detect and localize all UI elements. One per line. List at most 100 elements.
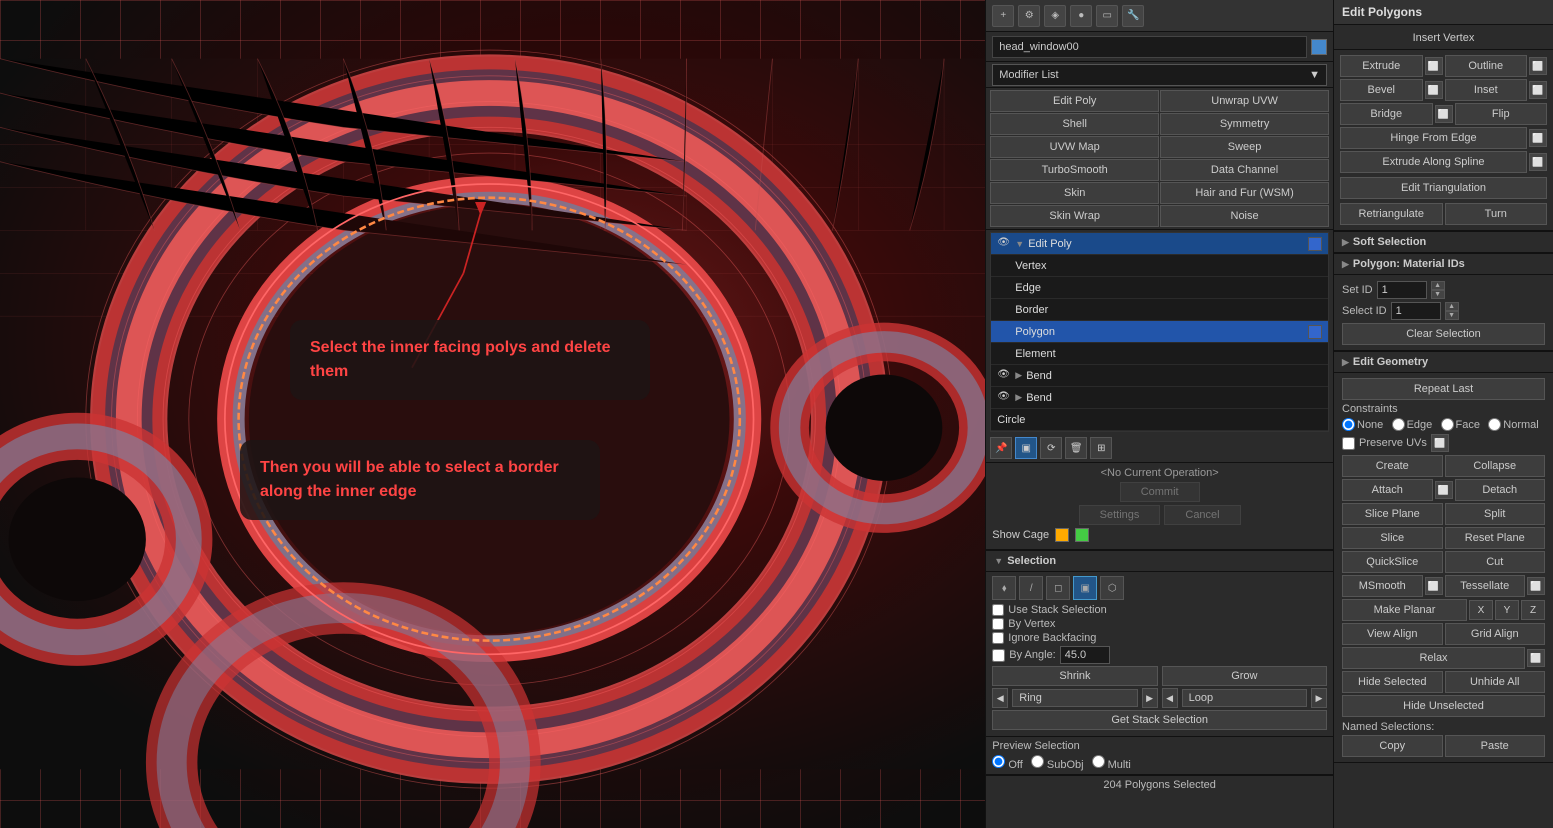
bridge-settings-icon[interactable]: ⬜	[1435, 105, 1453, 123]
subobj-radio[interactable]	[1031, 755, 1044, 768]
bevel-button[interactable]: Bevel	[1340, 79, 1423, 101]
quickslice-button[interactable]: QuickSlice	[1342, 551, 1443, 573]
element-mode-icon[interactable]: ⬡	[1100, 576, 1124, 600]
loop-next-button[interactable]: ▶	[1311, 688, 1327, 708]
mod-btn-skinwrap[interactable]: Skin Wrap	[990, 205, 1159, 227]
attach-settings[interactable]: ⬜	[1435, 481, 1453, 499]
stack-eye-bend2[interactable]: 👁	[997, 391, 1011, 405]
make-planar-button[interactable]: Make Planar	[1342, 599, 1467, 621]
unhide-all-button[interactable]: Unhide All	[1445, 671, 1546, 693]
relax-button[interactable]: Relax	[1342, 647, 1525, 669]
stack-border[interactable]: Border	[991, 299, 1328, 321]
mod-btn-sweep[interactable]: Sweep	[1160, 136, 1329, 158]
set-id-input[interactable]	[1377, 281, 1427, 299]
create-mode-icon[interactable]: +	[992, 5, 1014, 27]
grid-align-button[interactable]: Grid Align	[1445, 623, 1546, 645]
mod-btn-hairfur[interactable]: Hair and Fur (WSM)	[1160, 182, 1329, 204]
object-name-input[interactable]	[992, 36, 1307, 58]
mod-btn-skin[interactable]: Skin	[990, 182, 1159, 204]
x-button[interactable]: X	[1469, 600, 1493, 620]
hierarchy-icon[interactable]: ◈	[1044, 5, 1066, 27]
none-radio[interactable]	[1342, 418, 1355, 431]
ring-button[interactable]: Ring	[1012, 689, 1137, 707]
ring-prev-button[interactable]: ◀	[992, 688, 1008, 708]
ignore-backfacing-checkbox[interactable]	[992, 632, 1004, 644]
mod-btn-turbosmooth[interactable]: TurboSmooth	[990, 159, 1159, 181]
hide-unselected-button[interactable]: Hide Unselected	[1342, 695, 1545, 717]
stack-editpoly[interactable]: 👁 ▼ Edit Poly	[991, 233, 1328, 255]
extrude-settings-icon[interactable]: ⬜	[1425, 57, 1443, 75]
mod-btn-noise[interactable]: Noise	[1160, 205, 1329, 227]
multi-radio[interactable]	[1092, 755, 1105, 768]
stack-element[interactable]: Element	[991, 343, 1328, 365]
create-button[interactable]: Create	[1342, 455, 1443, 477]
mod-btn-shell[interactable]: Shell	[990, 113, 1159, 135]
modifier-list-dropdown[interactable]: Modifier List ▼	[992, 64, 1327, 86]
stack-eye-editpoly[interactable]: 👁	[997, 237, 1011, 251]
delete-icon[interactable]: 🗑	[1065, 437, 1087, 459]
tessellate-settings[interactable]: ⬜	[1527, 577, 1545, 595]
shrink-button[interactable]: Shrink	[992, 666, 1157, 686]
z-button[interactable]: Z	[1521, 600, 1545, 620]
relax-settings[interactable]: ⬜	[1527, 649, 1545, 667]
cage-color-swatch2[interactable]	[1075, 528, 1089, 542]
attach-button[interactable]: Attach	[1342, 479, 1433, 501]
selection-section-header[interactable]: ▼ Selection	[986, 550, 1333, 572]
loop-prev-button[interactable]: ◀	[1162, 688, 1178, 708]
by-angle-checkbox[interactable]	[992, 649, 1005, 662]
set-id-down[interactable]: ▼	[1431, 290, 1445, 299]
select-id-down[interactable]: ▼	[1445, 311, 1459, 320]
edit-triangulation-button[interactable]: Edit Triangulation	[1340, 177, 1547, 199]
select-id-up[interactable]: ▲	[1445, 302, 1459, 311]
inset-settings-icon[interactable]: ⬜	[1529, 81, 1547, 99]
stack-vertex[interactable]: Vertex	[991, 255, 1328, 277]
detach-button[interactable]: Detach	[1455, 479, 1546, 501]
utilities-icon[interactable]: 🔧	[1122, 5, 1144, 27]
stack-bend1[interactable]: 👁 ▶ Bend	[991, 365, 1328, 387]
cancel-button[interactable]: Cancel	[1164, 505, 1240, 525]
extrude-button[interactable]: Extrude	[1340, 55, 1423, 77]
set-id-up[interactable]: ▲	[1431, 281, 1445, 290]
stack-edge[interactable]: Edge	[991, 277, 1328, 299]
bevel-settings-icon[interactable]: ⬜	[1425, 81, 1443, 99]
edit-geometry-header[interactable]: ▶ Edit Geometry	[1334, 351, 1553, 373]
collapse-button[interactable]: Collapse	[1445, 455, 1546, 477]
settings-button[interactable]: Settings	[1079, 505, 1161, 525]
extrude-along-spline-button[interactable]: Extrude Along Spline	[1340, 151, 1527, 173]
use-stack-selection-checkbox[interactable]	[992, 604, 1004, 616]
mod-btn-unwrap[interactable]: Unwrap UVW	[1160, 90, 1329, 112]
clear-selection-button[interactable]: Clear Selection	[1342, 323, 1545, 345]
stack-bend2[interactable]: 👁 ▶ Bend	[991, 387, 1328, 409]
polygon-material-ids-header[interactable]: ▶ Polygon: Material IDs	[1334, 253, 1553, 275]
outline-button[interactable]: Outline	[1445, 55, 1528, 77]
stack-polygon[interactable]: Polygon	[991, 321, 1328, 343]
preserve-uvs-checkbox[interactable]	[1342, 437, 1355, 450]
stack-circle[interactable]: Circle	[991, 409, 1328, 431]
polygon-mode-icon[interactable]: ▣	[1073, 576, 1097, 600]
border-mode-icon[interactable]: ◻	[1046, 576, 1070, 600]
slice-plane-button[interactable]: Slice Plane	[1342, 503, 1443, 525]
loop-button[interactable]: Loop	[1182, 689, 1307, 707]
msmooth-button[interactable]: MSmooth	[1342, 575, 1423, 597]
mod-btn-datachannel[interactable]: Data Channel	[1160, 159, 1329, 181]
mod-btn-uvwmap[interactable]: UVW Map	[990, 136, 1159, 158]
view-align-button[interactable]: View Align	[1342, 623, 1443, 645]
hinge-settings-icon[interactable]: ⬜	[1529, 129, 1547, 147]
edge-mode-icon[interactable]: /	[1019, 576, 1043, 600]
get-stack-selection-button[interactable]: Get Stack Selection	[992, 710, 1327, 730]
cage-color-swatch1[interactable]	[1055, 528, 1069, 542]
modify-mode-icon[interactable]: ⚙	[1018, 5, 1040, 27]
display-icon[interactable]: ▭	[1096, 5, 1118, 27]
edge-constraint-radio[interactable]	[1392, 418, 1405, 431]
mod-btn-symmetry[interactable]: Symmetry	[1160, 113, 1329, 135]
select-icon[interactable]: ▣	[1015, 437, 1037, 459]
paste-button[interactable]: Paste	[1445, 735, 1546, 757]
retriangulate-button[interactable]: Retriangulate	[1340, 203, 1443, 225]
hide-selected-button[interactable]: Hide Selected	[1342, 671, 1443, 693]
msmooth-settings[interactable]: ⬜	[1425, 577, 1443, 595]
unique-icon[interactable]: ⊞	[1090, 437, 1112, 459]
commit-button[interactable]: Commit	[1120, 482, 1200, 502]
select-id-input[interactable]	[1391, 302, 1441, 320]
repeat-last-button[interactable]: Repeat Last	[1342, 378, 1545, 400]
slice-button[interactable]: Slice	[1342, 527, 1443, 549]
